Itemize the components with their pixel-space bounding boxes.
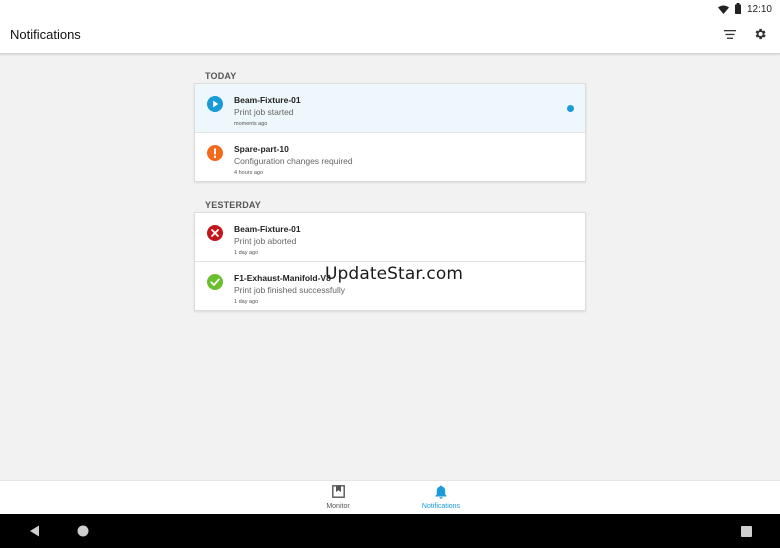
app-bar-actions bbox=[722, 26, 768, 42]
notification-time: 4 hours ago bbox=[234, 170, 264, 176]
bottom-navigation: Monitor Notifications bbox=[0, 480, 780, 515]
notification-item[interactable]: Beam-Fixture-01 Print job started moment… bbox=[195, 84, 585, 133]
nav-label-monitor: Monitor bbox=[326, 503, 350, 510]
filter-icon[interactable] bbox=[722, 26, 738, 42]
home-icon[interactable] bbox=[75, 523, 91, 539]
error-x-icon bbox=[207, 225, 223, 241]
section-header-today: TODAY bbox=[205, 71, 237, 81]
notification-time: 1 day ago bbox=[234, 299, 259, 305]
nav-label-notifications: Notifications bbox=[421, 503, 461, 510]
unread-indicator bbox=[567, 105, 574, 112]
notification-message: Print job aborted bbox=[234, 236, 297, 246]
watermark-text: UpdateStar.com bbox=[325, 264, 463, 284]
notification-item[interactable]: Spare-part-10 Configuration changes requ… bbox=[195, 133, 585, 181]
notification-message: Print job started bbox=[234, 107, 294, 117]
play-icon bbox=[207, 96, 223, 112]
settings-gear-icon[interactable] bbox=[752, 26, 768, 42]
notification-message: Print job finished successfully bbox=[234, 285, 346, 295]
nav-item-notifications[interactable]: Notifications bbox=[411, 485, 471, 510]
page-title: Notifications bbox=[10, 27, 81, 42]
bell-icon bbox=[411, 485, 471, 499]
notification-title: Spare-part-10 bbox=[234, 144, 289, 154]
status-bar: 12:10 bbox=[0, 0, 780, 15]
notification-time: 1 day ago bbox=[234, 250, 259, 256]
notification-title: Beam-Fixture-01 bbox=[234, 95, 301, 105]
monitor-icon bbox=[308, 485, 368, 499]
exclamation-icon bbox=[207, 145, 223, 161]
check-icon bbox=[207, 274, 223, 290]
notifications-card-yesterday: Beam-Fixture-01 Print job aborted 1 day … bbox=[194, 212, 586, 311]
notifications-card-today: Beam-Fixture-01 Print job started moment… bbox=[194, 83, 586, 182]
notification-message: Configuration changes required bbox=[234, 156, 353, 166]
notification-title: Beam-Fixture-01 bbox=[234, 224, 301, 234]
app-bar: Notifications bbox=[0, 15, 780, 54]
section-header-yesterday: YESTERDAY bbox=[205, 200, 261, 210]
system-navigation-bar bbox=[0, 514, 780, 548]
notification-time: moments ago bbox=[234, 121, 268, 127]
notification-title: F1-Exhaust-Manifold-V8 bbox=[234, 273, 331, 283]
recents-icon[interactable] bbox=[738, 523, 754, 539]
nav-item-monitor[interactable]: Monitor bbox=[308, 485, 368, 510]
back-icon[interactable] bbox=[26, 523, 42, 539]
notification-item[interactable]: Beam-Fixture-01 Print job aborted 1 day … bbox=[195, 213, 585, 262]
